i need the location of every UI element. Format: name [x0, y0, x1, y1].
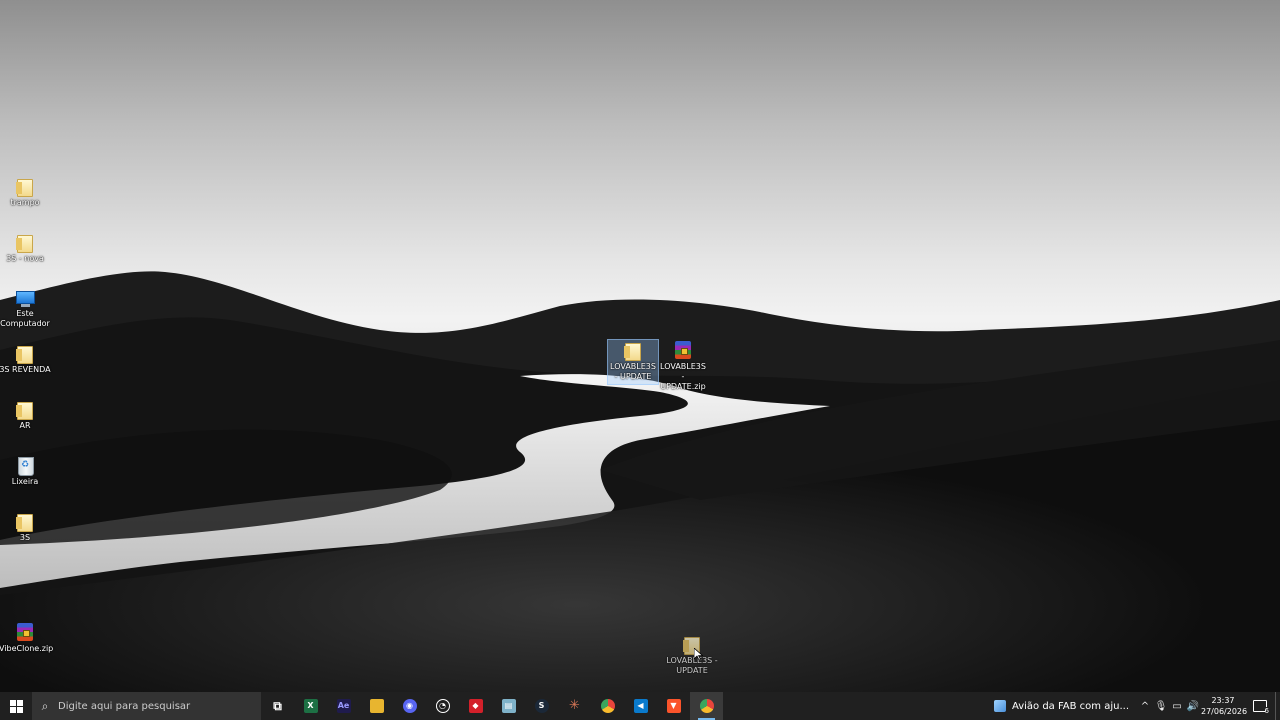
- taskbar-app-vscode[interactable]: ◀: [624, 692, 657, 720]
- news-icon: [993, 700, 1006, 712]
- brave-icon: ▼: [666, 699, 681, 713]
- show-hidden-icons-icon[interactable]: ^: [1137, 701, 1153, 712]
- desktop-icon-lixeira[interactable]: Lixeira: [0, 455, 51, 487]
- desktop-icon-label: AR: [19, 421, 31, 430]
- task-view-button[interactable]: ⧉: [261, 692, 294, 720]
- news-widget[interactable]: Avião da FAB com aju...: [986, 700, 1137, 712]
- start-button[interactable]: [0, 692, 32, 720]
- taskbar-app-steam[interactable]: S: [525, 692, 558, 720]
- volume-icon[interactable]: 🔊: [1185, 701, 1201, 712]
- desktop-icon-label: Este Computador: [0, 309, 50, 328]
- taskbar-app-discord[interactable]: ◉: [393, 692, 426, 720]
- taskbar-app-after-effects[interactable]: Ae: [327, 692, 360, 720]
- desktop-icon-3s-nova[interactable]: 3S - nova: [0, 232, 51, 264]
- desktop-icon-label: Lixeira: [11, 477, 39, 486]
- folder-icon: [623, 340, 643, 361]
- taskbar-app-speedtest[interactable]: ◔: [426, 692, 459, 720]
- folder-icon: [15, 511, 35, 532]
- desktop-icon-label: LOVABLE3S - UPDATE: [666, 656, 718, 675]
- taskbar-app-chrome-profile[interactable]: [690, 692, 723, 720]
- clock-time: 23:37: [1211, 696, 1235, 705]
- taskbar-app-chrome[interactable]: [591, 692, 624, 720]
- desktop-icon-3s-revenda[interactable]: 3S REVENDA: [0, 343, 51, 375]
- discord-icon: ◉: [402, 699, 417, 713]
- taskbar-app-notepad[interactable]: ▤: [492, 692, 525, 720]
- network-icon[interactable]: ▭: [1169, 701, 1185, 712]
- anydesk-icon: ◆: [468, 699, 483, 713]
- zip-archive-icon: [673, 340, 693, 360]
- desktop[interactable]: trampo 3S - nova Este Computador 3S REVE…: [0, 0, 1280, 692]
- steam-icon: S: [534, 699, 549, 713]
- desktop-icon-ar[interactable]: AR: [0, 399, 51, 431]
- chrome-icon: [699, 699, 714, 713]
- desktop-icon-label: 3S REVENDA: [0, 365, 51, 374]
- desktop-icon-lovable3s-update[interactable]: LOVABLE3S - UPDATE: [607, 339, 659, 385]
- system-tray: Avião da FAB com aju... ^ 🎙 ▭ 🔊 23:37 27…: [986, 692, 1280, 720]
- desktop-icon-label: LOVABLE3S - UPDATE.zip: [660, 362, 706, 391]
- excel-icon: X: [303, 699, 318, 713]
- desktop-icon-label: VibeClone.zip: [0, 644, 54, 653]
- desktop-icon-label: LOVABLE3S - UPDATE: [610, 362, 656, 381]
- mouse-cursor-icon: [694, 648, 703, 661]
- vscode-icon: ◀: [633, 699, 648, 713]
- desktop-icon-3s[interactable]: 3S: [0, 511, 51, 543]
- clock[interactable]: 23:37 27/06/2026: [1201, 695, 1248, 717]
- dragged-folder-ghost[interactable]: LOVABLE3S - UPDATE: [666, 634, 718, 676]
- search-icon: ⌕: [41, 698, 49, 713]
- search-placeholder: Digite aqui para pesquisar: [58, 700, 191, 712]
- clock-date: 27/06/2026: [1201, 707, 1248, 716]
- folder-icon: [15, 176, 35, 197]
- search-box[interactable]: ⌕ Digite aqui para pesquisar: [32, 692, 261, 720]
- microphone-icon[interactable]: 🎙: [1153, 701, 1169, 712]
- computer-icon: [15, 287, 35, 307]
- windows-logo-icon: [9, 699, 23, 713]
- task-view-icon: ⧉: [273, 699, 282, 713]
- notepad-icon: ▤: [501, 699, 516, 713]
- folder-icon: [15, 232, 35, 253]
- folder-icon: [15, 343, 35, 364]
- notification-center-button[interactable]: 6: [1245, 692, 1275, 720]
- taskbar-app-claude[interactable]: ✳: [558, 692, 591, 720]
- chrome-icon: [600, 699, 615, 713]
- desktop-icon-label: 3S - nova: [6, 254, 44, 263]
- taskbar: ⌕ Digite aqui para pesquisar ⧉ X Ae ◉ ◔ …: [0, 692, 1280, 720]
- file-explorer-icon: [369, 699, 384, 713]
- speedtest-icon: ◔: [435, 699, 450, 713]
- desktop-icon-label: 3S: [19, 533, 31, 542]
- news-text: Avião da FAB com aju...: [1011, 700, 1129, 712]
- after-effects-icon: Ae: [336, 699, 351, 713]
- taskbar-app-excel[interactable]: X: [294, 692, 327, 720]
- desktop-icon-vibeclone-zip[interactable]: VibeClone.zip: [0, 622, 54, 654]
- desktop-icon-lovable3s-update-zip[interactable]: LOVABLE3S - UPDATE.zip: [658, 340, 708, 392]
- desktop-icon-label: trampo: [10, 198, 40, 207]
- taskbar-app-brave[interactable]: ▼: [657, 692, 690, 720]
- notification-count: 6: [1264, 707, 1269, 715]
- zip-archive-icon: [15, 622, 35, 642]
- show-desktop-button[interactable]: [1275, 692, 1280, 720]
- taskbar-app-file-explorer[interactable]: [360, 692, 393, 720]
- recycle-bin-icon: [15, 455, 35, 476]
- taskbar-app-anydesk[interactable]: ◆: [459, 692, 492, 720]
- claude-icon: ✳: [569, 698, 580, 713]
- desktop-icon-este-computador[interactable]: Este Computador: [0, 287, 51, 329]
- folder-icon: [15, 399, 35, 420]
- desktop-icon-trampo[interactable]: trampo: [0, 176, 51, 208]
